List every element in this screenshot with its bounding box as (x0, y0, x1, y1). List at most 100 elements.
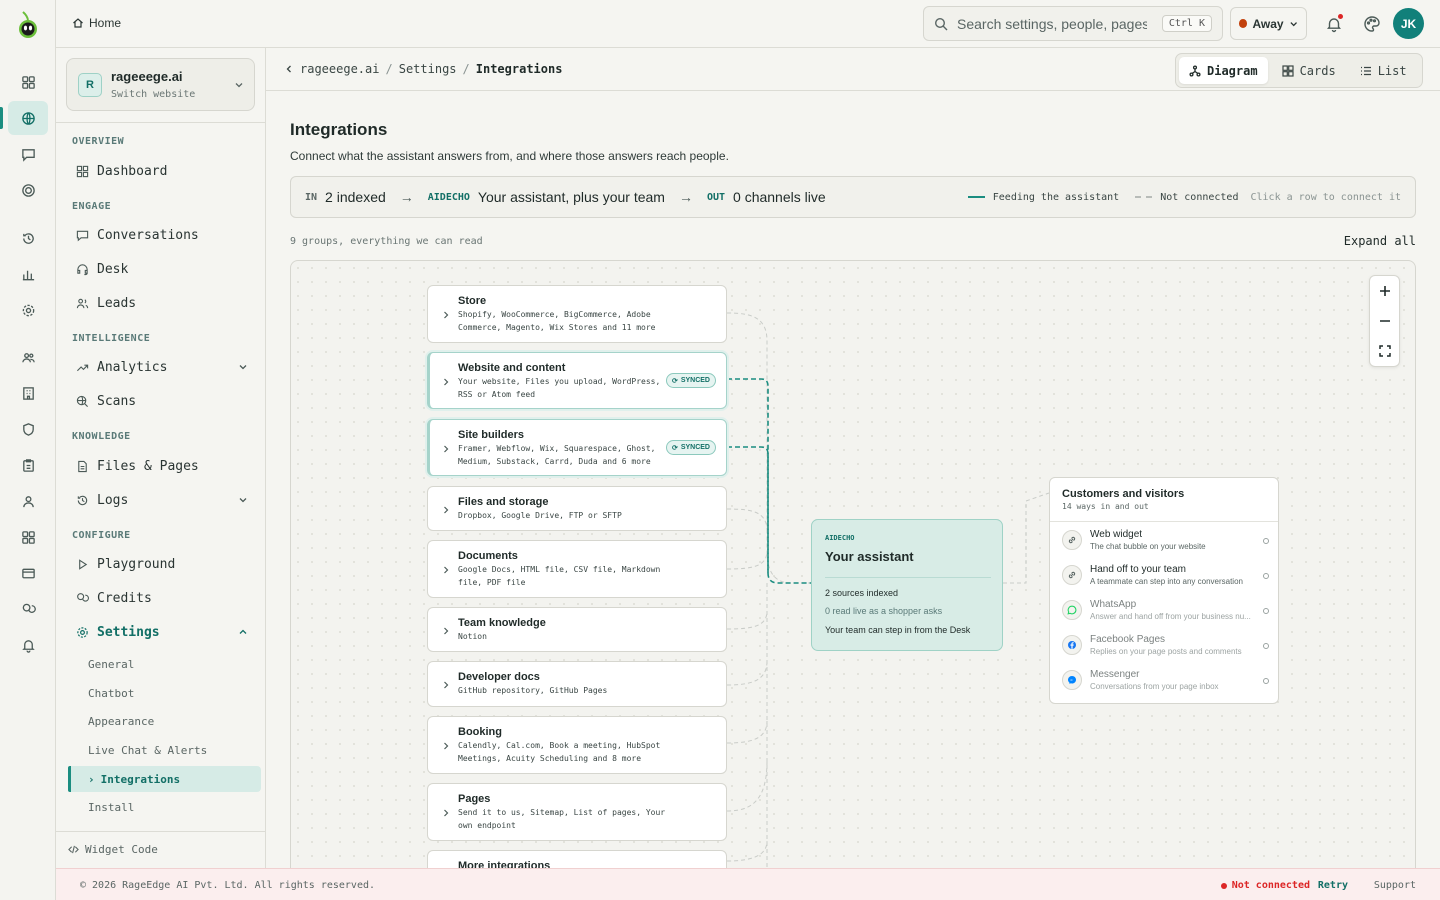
globe-icon[interactable] (0, 101, 48, 135)
settings-sub-appearance[interactable]: Appearance (88, 708, 261, 734)
page-title: Integrations (290, 120, 388, 139)
flow-summary-bar: IN 2 indexed → AIDECHO Your assistant, p… (290, 176, 1416, 218)
flow-out-text: 0 channels live (733, 189, 826, 205)
channel-whatsapp[interactable]: WhatsApp Answer and hand off from your b… (1062, 596, 1272, 626)
notifications-bell-icon[interactable] (1324, 14, 1344, 34)
global-search[interactable]: Ctrl K (923, 6, 1223, 41)
sidebar-item-logs[interactable]: Logs (68, 486, 254, 514)
source-card-store[interactable]: Store Shopify, WooCommerce, BigCommerce,… (427, 285, 727, 343)
breadcrumb-item[interactable]: Settings (399, 62, 457, 76)
sidebar-item-leads[interactable]: Leads (68, 289, 254, 317)
channel-status-dot (1263, 678, 1269, 684)
coins-icon[interactable] (8, 592, 48, 626)
alien-logo-icon[interactable] (10, 6, 46, 42)
diagram-canvas[interactable]: Store Shopify, WooCommerce, BigCommerce,… (290, 260, 1416, 880)
fit-view-button[interactable] (1370, 336, 1399, 366)
view-switcher: Diagram Cards List (1175, 53, 1423, 88)
search-input[interactable] (957, 15, 1147, 32)
view-list-button[interactable]: List (1350, 57, 1417, 84)
user-icon[interactable] (8, 484, 48, 518)
workspace-subtitle: Switch website (111, 89, 196, 100)
sidebar-item-dashboard[interactable]: Dashboard (68, 157, 254, 185)
bell-icon[interactable] (8, 628, 48, 662)
flow-in-tag: IN (305, 191, 318, 203)
link-icon (1062, 565, 1082, 585)
sidebar-item-playground[interactable]: Playground (68, 550, 254, 578)
assistant-node[interactable]: AIDECHO Your assistant 2 sources indexed… (811, 519, 1003, 651)
building-icon[interactable] (8, 376, 48, 410)
source-card-files-storage[interactable]: Files and storage Dropbox, Google Drive,… (427, 486, 727, 531)
clipboard-icon[interactable] (8, 448, 48, 482)
settings-sub-chatbot[interactable]: Chatbot (88, 680, 261, 706)
view-cards-button[interactable]: Cards (1272, 57, 1346, 84)
notification-dot (1338, 14, 1343, 19)
chevron-down-icon (235, 83, 243, 88)
chevron-right-icon: › (88, 772, 95, 786)
sidebar-item-scans[interactable]: Scans (68, 387, 254, 415)
palette-icon[interactable] (1362, 14, 1382, 34)
chevron-right-icon (444, 566, 449, 574)
breadcrumb-bar: rageeege.ai / Settings / Integrations Di… (266, 48, 1440, 91)
settings-sub-general[interactable]: General (88, 651, 261, 677)
target-icon[interactable] (8, 173, 48, 207)
avatar[interactable]: JK (1393, 8, 1424, 39)
breadcrumb-item[interactable]: rageeege.ai (300, 62, 379, 76)
grid-icon[interactable] (8, 65, 48, 99)
sidebar-item-files-pages[interactable]: Files & Pages (68, 452, 254, 480)
source-card-documents[interactable]: Documents Google Docs, HTML file, CSV fi… (427, 540, 727, 598)
sidebar-item-analytics[interactable]: Analytics (68, 353, 254, 381)
settings-sub-install[interactable]: Install (88, 794, 261, 820)
home-link[interactable]: Home (72, 16, 121, 30)
sidebar-item-settings[interactable]: Settings (68, 618, 254, 646)
messenger-icon (1062, 670, 1082, 690)
chevron-left-icon[interactable] (284, 64, 294, 74)
history-icon[interactable] (8, 221, 48, 255)
sidebar-item-desk[interactable]: Desk (68, 255, 254, 283)
fullscreen-icon (1378, 345, 1391, 357)
gear-icon[interactable] (8, 293, 48, 327)
team-icon[interactable] (8, 340, 48, 374)
settings-sub-integrations[interactable]: › Integrations (68, 766, 261, 792)
connection-status: Not connected (1220, 880, 1310, 891)
chevron-right-icon (444, 627, 449, 635)
link-icon (1062, 530, 1082, 550)
source-card-team-knowledge[interactable]: Team knowledge Notion (427, 607, 727, 652)
retry-button[interactable]: Retry (1318, 880, 1348, 891)
source-card-developer-docs[interactable]: Developer docs GitHub repository, GitHub… (427, 661, 727, 707)
status-dot (1220, 882, 1227, 889)
channel-handoff[interactable]: Hand off to your team A teammate can ste… (1062, 561, 1272, 591)
footer-bar: © 2026 RageEdge AI Pvt. Ltd. All rights … (56, 868, 1440, 900)
channel-messenger[interactable]: Messenger Conversations from your page i… (1062, 666, 1272, 696)
source-card-pages[interactable]: Pages Send it to us, Sitemap, List of pa… (427, 783, 727, 841)
copyright: © 2026 RageEdge AI Pvt. Ltd. All rights … (80, 880, 376, 891)
support-link[interactable]: Support (1374, 880, 1416, 891)
view-diagram-button[interactable]: Diagram (1179, 57, 1268, 84)
chevron-down-icon (239, 498, 247, 503)
bar-chart-icon[interactable] (8, 257, 48, 291)
section-overview: OVERVIEW (72, 136, 125, 147)
status-dropdown[interactable]: Away (1230, 7, 1307, 40)
zoom-out-button[interactable] (1370, 306, 1399, 336)
facebook-icon (1062, 635, 1082, 655)
flow-in-text: 2 indexed (325, 189, 386, 205)
workspace-switcher[interactable]: R rageeege.ai Switch website (66, 58, 255, 111)
settings-sub-live-chat[interactable]: Live Chat & Alerts (88, 737, 261, 763)
channel-web-widget[interactable]: Web widget The chat bubble on your websi… (1062, 526, 1272, 556)
sidebar-item-credits[interactable]: Credits (68, 584, 254, 612)
sidebar-item-conversations[interactable]: Conversations (68, 221, 254, 249)
breadcrumb-separator: / (385, 62, 393, 76)
credit-card-icon[interactable] (8, 556, 48, 590)
section-intelligence: INTELLIGENCE (72, 333, 151, 344)
channel-facebook-pages[interactable]: Facebook Pages Replies on your page post… (1062, 631, 1272, 661)
sync-icon: ⟳ (671, 444, 678, 452)
expand-all-button[interactable]: Expand all (1344, 234, 1416, 248)
source-card-site-builders[interactable]: Site builders Framer, Webflow, Wix, Squa… (427, 419, 727, 476)
source-card-website[interactable]: Website and content Your website, Files … (427, 352, 727, 409)
apps-icon[interactable] (8, 520, 48, 554)
zoom-in-button[interactable] (1370, 276, 1399, 306)
source-card-booking[interactable]: Booking Calendly, Cal.com, Book a meetin… (427, 716, 727, 774)
shield-icon[interactable] (8, 412, 48, 446)
chat-icon[interactable] (8, 137, 48, 171)
chevron-right-icon (444, 445, 449, 453)
widget-code-link[interactable]: Widget Code (68, 843, 158, 856)
